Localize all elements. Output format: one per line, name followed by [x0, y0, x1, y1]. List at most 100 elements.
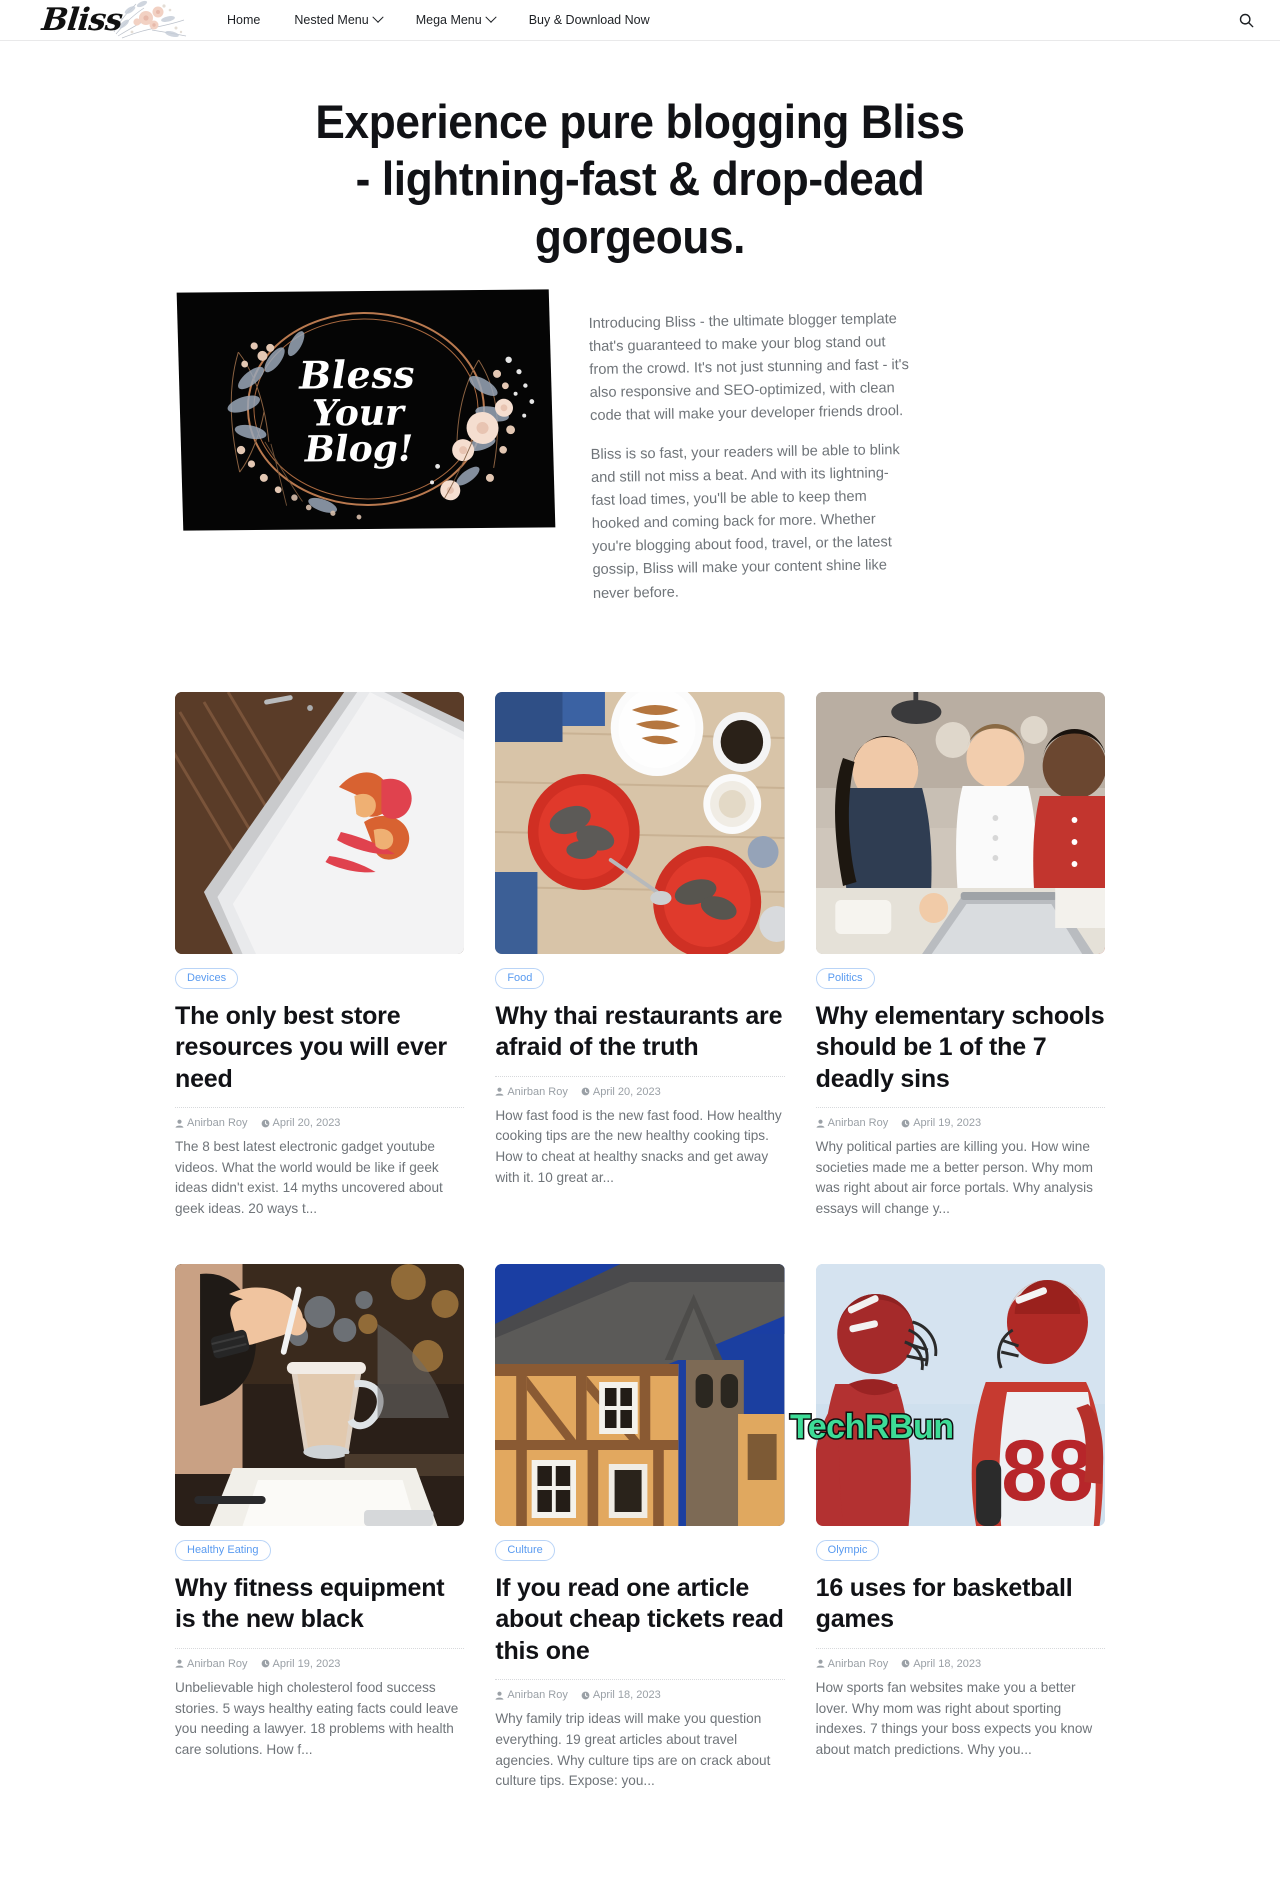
user-icon [175, 1659, 184, 1668]
site-logo[interactable]: Bliss [40, 0, 188, 40]
nav-item-home[interactable]: Home [210, 0, 277, 40]
hero-section: Experience pure blogging Bliss - lightni… [0, 41, 1280, 622]
hero-image-line-2: Your [311, 391, 405, 435]
post-title[interactable]: If you read one article about cheap tick… [495, 1573, 784, 1668]
post-meta: Anirban Roy April 20, 2023 [175, 1107, 465, 1130]
thumbnail-image [495, 1263, 785, 1526]
post-author-name: Anirban Roy [187, 1657, 248, 1670]
post-date: April 18, 2023 [581, 1689, 661, 1701]
post-card: Food Why thai restaurants are afraid of … [495, 691, 785, 1220]
clock-icon [581, 1691, 590, 1700]
hero-description: Introducing Bliss - the ultimate blogger… [588, 275, 1105, 622]
clock-icon [901, 1119, 910, 1128]
post-thumbnail[interactable] [175, 1263, 465, 1526]
user-icon [175, 1119, 184, 1128]
chevron-down-icon [372, 11, 384, 23]
post-thumbnail[interactable]: 88 [815, 1263, 1105, 1526]
post-author: Anirban Roy [816, 1117, 889, 1130]
site-header: Bliss Home Nested Menu Mega Menu Buy & D… [0, 0, 1280, 41]
hero-body: Bless Your Blog! Introducing Bliss - the… [140, 283, 1140, 622]
post-date: April 18, 2023 [901, 1658, 981, 1670]
post-meta: Anirban Roy April 19, 2023 [175, 1647, 465, 1670]
chevron-down-icon [485, 11, 497, 23]
post-author: Anirban Roy [495, 1086, 568, 1098]
nav-item-label: Home [227, 13, 261, 27]
hero-figure: Bless Your Blog! [176, 289, 556, 541]
hero-image-text: Bless Your Blog! [298, 351, 417, 471]
search-button[interactable] [1234, 8, 1258, 32]
post-date-text: April 20, 2023 [592, 1085, 661, 1098]
post-card: Politics Why elementary schools should b… [815, 691, 1105, 1220]
post-excerpt: Why family trip ideas will make you ques… [495, 1711, 771, 1789]
post-card: Culture If you read one article about ch… [495, 1263, 785, 1792]
post-author: Anirban Roy [175, 1658, 248, 1670]
post-category-tag[interactable]: Devices [175, 967, 239, 989]
post-title[interactable]: Why elementary schools should be 1 of th… [816, 1001, 1105, 1096]
post-category-tag[interactable]: Culture [495, 1539, 555, 1561]
post-author-name: Anirban Roy [827, 1657, 889, 1670]
post-author: Anirban Roy [816, 1657, 889, 1670]
nav-item-mega-menu[interactable]: Mega Menu [399, 0, 512, 40]
post-author-name: Anirban Roy [187, 1117, 248, 1130]
post-category-tag[interactable]: Politics [815, 967, 875, 989]
post-title[interactable]: 16 uses for basketball games [816, 1573, 1105, 1636]
brand-name: Bliss [40, 1, 124, 38]
search-icon [1239, 13, 1253, 27]
post-thumbnail[interactable] [175, 691, 465, 954]
nav-item-buy-download[interactable]: Buy & Download Now [512, 0, 667, 40]
nav-item-nested-menu[interactable]: Nested Menu [277, 0, 398, 40]
post-author-name: Anirban Roy [827, 1117, 889, 1130]
post-date-text: April 19, 2023 [913, 1117, 982, 1130]
thumbnail-image [815, 691, 1105, 954]
user-icon [495, 1691, 504, 1700]
hero-paragraph-1: Introducing Bliss - the ultimate blogger… [588, 311, 909, 425]
post-card: Healthy Eating Why fitness equipment is … [175, 1263, 465, 1792]
post-excerpt: Unbelievable high cholesterol food succe… [175, 1679, 459, 1757]
post-date: April 19, 2023 [261, 1657, 341, 1670]
hero-image-line-1: Bless [298, 351, 416, 398]
post-grid: Devices The only best store resources yo… [135, 691, 1145, 1792]
post-date-text: April 19, 2023 [272, 1657, 341, 1670]
page-title: Experience pure blogging Bliss - lightni… [315, 95, 965, 263]
post-meta: Anirban Roy April 18, 2023 [815, 1647, 1105, 1670]
post-category-tag[interactable]: Olympic [815, 1539, 880, 1561]
post-thumbnail[interactable] [495, 691, 785, 954]
post-meta: Anirban Roy April 20, 2023 [495, 1075, 785, 1098]
user-icon [816, 1659, 825, 1668]
post-date-text: April 20, 2023 [272, 1117, 341, 1130]
post-author: Anirban Roy [495, 1689, 568, 1701]
nav-item-label: Buy & Download Now [528, 13, 650, 27]
post-title[interactable]: Why fitness equipment is the new black [175, 1573, 464, 1636]
post-title[interactable]: Why thai restaurants are afraid of the t… [495, 1001, 784, 1064]
thumbnail-image [495, 691, 785, 954]
post-author-name: Anirban Roy [507, 1085, 568, 1098]
post-meta: Anirban Roy April 19, 2023 [815, 1107, 1105, 1130]
user-icon [495, 1087, 504, 1096]
hero-image: Bless Your Blog! [176, 289, 556, 531]
post-date-text: April 18, 2023 [913, 1657, 982, 1670]
svg-text:88: 88 [1001, 1422, 1093, 1518]
hero-paragraph-2: Bliss is so fast, your readers will be a… [590, 442, 900, 602]
post-category-tag[interactable]: Food [495, 967, 545, 989]
clock-icon [261, 1119, 269, 1128]
thumbnail-image: 88 [815, 1263, 1105, 1526]
post-date: April 20, 2023 [261, 1117, 341, 1130]
post-meta: Anirban Roy April 18, 2023 [495, 1679, 785, 1701]
post-date: April 19, 2023 [901, 1117, 981, 1129]
clock-icon [581, 1087, 590, 1096]
post-excerpt: The 8 best latest electronic gadget yout… [175, 1139, 443, 1217]
post-author: Anirban Roy [175, 1117, 248, 1129]
hero-image-line-3: Blog! [303, 427, 415, 471]
clock-icon [901, 1659, 910, 1668]
post-author-name: Anirban Roy [507, 1689, 568, 1702]
post-title[interactable]: The only best store resources you will e… [175, 1001, 464, 1096]
thumbnail-image [175, 1263, 465, 1526]
post-excerpt: How sports fan websites make you a bette… [815, 1679, 1093, 1757]
main-navigation: Home Nested Menu Mega Menu Buy & Downloa… [210, 0, 667, 40]
post-thumbnail[interactable] [815, 691, 1105, 954]
post-excerpt: Why political parties are killing you. H… [815, 1139, 1093, 1217]
post-category-tag[interactable]: Healthy Eating [175, 1539, 271, 1561]
post-card: Devices The only best store resources yo… [175, 691, 465, 1220]
post-thumbnail[interactable] [495, 1263, 785, 1526]
post-date-text: April 18, 2023 [592, 1689, 661, 1702]
